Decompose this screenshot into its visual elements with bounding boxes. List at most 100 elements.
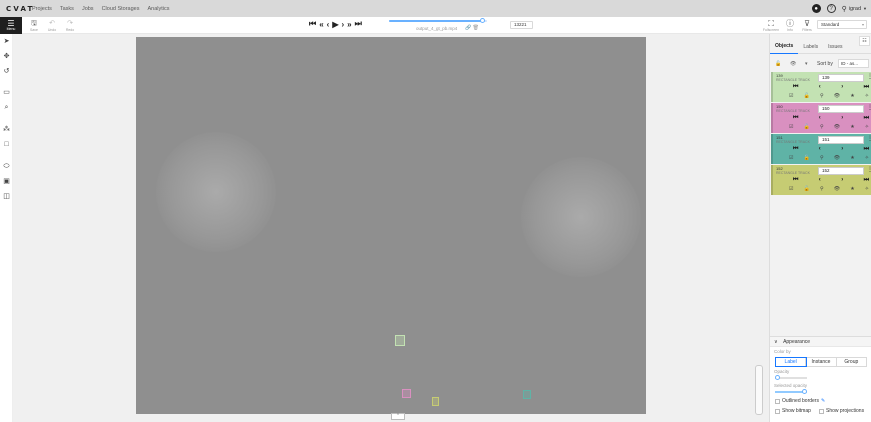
- color-by-instance-option[interactable]: Instance: [806, 358, 837, 366]
- menu-button[interactable]: ☰ Menu: [0, 17, 22, 34]
- outside-icon[interactable]: ☑: [789, 155, 793, 161]
- prev-keyframe-icon[interactable]: ‹: [819, 115, 821, 121]
- rotate-icon[interactable]: ↺: [2, 67, 11, 76]
- cvat-logo[interactable]: CVAT: [6, 5, 32, 13]
- first-keyframe-icon[interactable]: ⏮: [793, 146, 798, 152]
- next-keyframe-icon[interactable]: ›: [841, 84, 843, 90]
- show-projections-checkbox[interactable]: Show projections: [819, 408, 864, 414]
- sort-select[interactable]: ID - as...: [838, 59, 869, 68]
- visibility-icon[interactable]: 👁: [834, 93, 840, 99]
- split-icon[interactable]: ◫: [2, 192, 11, 201]
- lock-all-icon[interactable]: 🔓: [775, 61, 785, 67]
- show-projections-box[interactable]: [819, 408, 824, 414]
- first-keyframe-icon[interactable]: ⏮: [793, 84, 798, 90]
- more-options-icon[interactable]: ⋮: [867, 105, 871, 111]
- lock-icon[interactable]: 🔓: [804, 155, 810, 161]
- fit-icon[interactable]: ▭: [2, 88, 11, 97]
- last-keyframe-icon[interactable]: ⏭: [864, 84, 869, 90]
- nav-cloud-storages[interactable]: Cloud Storages: [102, 6, 140, 12]
- slider-handle[interactable]: [480, 18, 486, 23]
- tab-labels[interactable]: Labels: [798, 40, 823, 54]
- lock-icon[interactable]: 🔓: [804, 124, 810, 130]
- canvas-context-toggle[interactable]: ⌃: [391, 413, 405, 420]
- last-keyframe-icon[interactable]: ⏭: [864, 146, 869, 152]
- cursor-icon[interactable]: ➤: [2, 37, 11, 46]
- frame-number-input[interactable]: 13221: [510, 21, 533, 29]
- pin-icon[interactable]: ✧: [865, 93, 869, 99]
- object-label-select[interactable]: 151: [818, 136, 864, 144]
- opacity-handle[interactable]: [775, 375, 780, 380]
- first-keyframe-icon[interactable]: ⏮: [793, 177, 798, 183]
- ai-tools-icon[interactable]: ⁂: [2, 125, 11, 134]
- image-canvas[interactable]: [136, 37, 646, 414]
- nav-analytics[interactable]: Analytics: [147, 6, 169, 12]
- next-keyframe-icon[interactable]: ›: [841, 115, 843, 121]
- nav-tasks[interactable]: Tasks: [60, 6, 74, 12]
- group-icon[interactable]: ▣: [2, 177, 11, 186]
- bbox-139[interactable]: [395, 335, 405, 346]
- next-keyframe-icon[interactable]: ›: [841, 146, 843, 152]
- lock-icon[interactable]: 🔓: [804, 93, 810, 99]
- zoom-icon[interactable]: ⌕: [2, 103, 11, 112]
- github-icon[interactable]: ●: [811, 4, 821, 13]
- tag-icon[interactable]: ⬭: [2, 162, 11, 171]
- bbox-150[interactable]: [402, 389, 411, 398]
- first-frame-icon[interactable]: ⏮: [309, 19, 316, 29]
- color-by-label-option[interactable]: Label: [774, 357, 808, 367]
- appearance-header[interactable]: ∨ Appearance: [770, 337, 871, 347]
- first-keyframe-icon[interactable]: ⏮: [793, 115, 798, 121]
- last-frame-icon[interactable]: ⏭: [355, 19, 362, 29]
- more-options-icon[interactable]: ⋮: [867, 167, 871, 173]
- visibility-icon[interactable]: 👁: [834, 186, 840, 192]
- keyframe-star-icon[interactable]: ★: [850, 155, 854, 161]
- previous-frame-icon[interactable]: ‹: [327, 20, 330, 29]
- bbox-152[interactable]: [432, 397, 439, 406]
- user-menu[interactable]: ⚲ igrad ▼: [842, 5, 867, 13]
- sidebar-collapse-button[interactable]: ☷: [859, 36, 870, 46]
- expand-all-icon[interactable]: ▾: [805, 61, 815, 67]
- opacity-slider[interactable]: [775, 375, 807, 380]
- redo-button[interactable]: ↷ Redo: [64, 17, 76, 34]
- object-label-select[interactable]: 150: [818, 105, 864, 113]
- pin-icon[interactable]: ✧: [865, 186, 869, 192]
- occluded-icon[interactable]: ⚲: [820, 93, 824, 99]
- object-card-139[interactable]: 139 RECTANGLE TRACK 139 ⋮ ⏮ ‹ › ⏭ ☑ 🔓 ⚲ 👁 ★ ✧: [771, 72, 871, 102]
- selected-opacity-handle[interactable]: [802, 389, 807, 394]
- occluded-icon[interactable]: ⚲: [820, 155, 824, 161]
- outside-icon[interactable]: ☑: [789, 186, 793, 192]
- nav-projects[interactable]: Projects: [32, 6, 52, 12]
- outside-icon[interactable]: ☑: [789, 124, 793, 130]
- show-all-icon[interactable]: 👁: [790, 61, 800, 67]
- prev-keyframe-icon[interactable]: ‹: [819, 177, 821, 183]
- tab-issues[interactable]: Issues: [823, 40, 847, 54]
- occluded-icon[interactable]: ⚲: [820, 124, 824, 130]
- object-card-150[interactable]: 150 RECTANGLE TRACK 150 ⋮ ⏮ ‹ › ⏭ ☑ 🔓 ⚲ 👁 ★ ✧: [771, 103, 871, 133]
- info-button[interactable]: ⓘ Info: [785, 17, 795, 34]
- pin-icon[interactable]: ✧: [865, 124, 869, 130]
- last-keyframe-icon[interactable]: ⏭: [864, 177, 869, 183]
- pencil-icon[interactable]: ✎: [821, 398, 825, 404]
- pin-icon[interactable]: ✧: [865, 155, 869, 161]
- move-icon[interactable]: ✥: [2, 52, 11, 61]
- fullscreen-button[interactable]: ⛶ Fullscreen: [763, 17, 779, 34]
- next-keyframe-icon[interactable]: ›: [841, 177, 843, 183]
- outlined-borders-checkbox[interactable]: Outlined borders ✎: [775, 398, 825, 404]
- undo-button[interactable]: ↶ Undo: [46, 17, 58, 34]
- play-icon[interactable]: ▶: [332, 20, 338, 29]
- color-by-group-option[interactable]: Group: [837, 358, 866, 366]
- prev-keyframe-icon[interactable]: ‹: [819, 84, 821, 90]
- keyframe-star-icon[interactable]: ★: [850, 124, 854, 130]
- delete-frame-icon[interactable]: 🗑: [473, 25, 479, 31]
- object-card-152[interactable]: 152 RECTANGLE TRACK 152 ⋮ ⏮ ‹ › ⏭ ☑ 🔓 ⚲ 👁 ★ ✧: [771, 165, 871, 195]
- outside-icon[interactable]: ☑: [789, 93, 793, 99]
- forward-step-icon[interactable]: »: [347, 20, 351, 29]
- filters-button[interactable]: ⊽ Filters: [802, 17, 812, 34]
- nav-jobs[interactable]: Jobs: [82, 6, 94, 12]
- help-icon[interactable]: ?: [826, 4, 836, 13]
- link-icon[interactable]: 🔗: [465, 25, 471, 31]
- object-label-select[interactable]: 152: [818, 167, 864, 175]
- last-keyframe-icon[interactable]: ⏭: [864, 115, 869, 121]
- tab-objects[interactable]: Objects: [770, 39, 799, 54]
- save-button[interactable]: 🖫 Save: [28, 17, 40, 34]
- next-frame-icon[interactable]: ›: [341, 20, 344, 29]
